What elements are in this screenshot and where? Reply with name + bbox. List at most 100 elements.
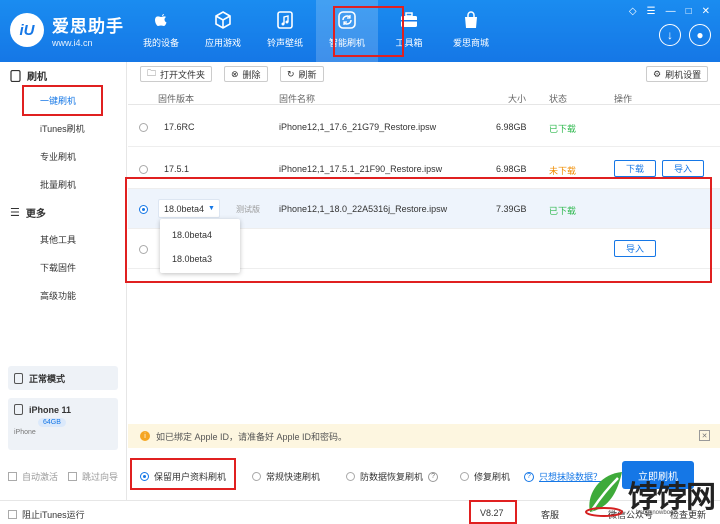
device-mode-card: 正常模式 — [8, 366, 118, 390]
row-size: 6.98GB — [496, 122, 527, 132]
logo-mark: iU — [10, 13, 44, 47]
phone-icon — [14, 404, 23, 415]
nav-label: 铃声壁纸 — [266, 38, 303, 48]
dropdown-option[interactable]: 18.0beta3 — [172, 254, 212, 264]
sidebar-item-itunes-flash[interactable]: iTunes刷机 — [40, 122, 85, 135]
app-title: 爱思助手 — [52, 17, 124, 36]
anti-recovery-option[interactable]: 防数据恢复刷机 ? — [346, 470, 439, 483]
main-nav: 我的设备 应用游戏 铃声壁纸 智能刷机 工具箱 爱思商城 — [130, 0, 502, 62]
quick-flash-option[interactable]: 常规快速刷机 — [252, 470, 320, 483]
music-icon — [277, 11, 293, 29]
phone-icon — [10, 69, 21, 82]
apple-icon — [155, 14, 167, 26]
flash-settings-button[interactable]: ⚙ 刷机设置 — [646, 66, 709, 82]
dropdown-option[interactable]: 18.0beta4 — [172, 230, 212, 240]
delete-button[interactable]: ⊗ 删除 — [224, 66, 268, 82]
menu-icon[interactable]: ☰ — [647, 6, 656, 17]
flash-now-button[interactable]: 立即刷机 — [622, 461, 694, 489]
list-icon: ☰ — [10, 207, 20, 219]
storage-badge: 64GB — [38, 418, 66, 427]
row-filename: iPhone12,1_17.6_21G79_Restore.ipsw — [279, 122, 437, 132]
row-size: 7.39GB — [496, 204, 527, 214]
download-manager-icon[interactable]: ↓ — [659, 24, 681, 46]
beta-tag: 测试版 — [236, 205, 260, 214]
sidebar-item-advanced[interactable]: 高级功能 — [40, 289, 76, 302]
row-radio[interactable] — [139, 165, 148, 174]
nav-label: 智能刷机 — [328, 38, 365, 48]
nav-my-device[interactable]: 我的设备 — [130, 0, 192, 62]
notice-text: 如已绑定 Apple ID，请准备好 Apple ID和密码。 — [156, 431, 348, 442]
top-bar: iU 爱思助手 www.i4.cn 我的设备 应用游戏 铃声壁纸 智能刷机 工具… — [0, 0, 720, 62]
refresh-icon: ↻ — [287, 68, 295, 79]
close-circle-icon: ⊗ — [231, 68, 239, 79]
close-icon[interactable]: ✕ — [702, 6, 710, 17]
row-status: 已下载 — [549, 206, 577, 216]
nav-smart-flash[interactable]: 智能刷机 — [316, 0, 378, 62]
help-icon: ? — [524, 471, 534, 482]
sidebar: 刷机 一键刷机 iTunes刷机 专业刷机 批量刷机 ☰ 更多 其他工具 下载固… — [0, 62, 127, 524]
phone-icon — [14, 372, 23, 384]
apple-id-notice: i 如已绑定 Apple ID，请准备好 Apple ID和密码。 ✕ — [128, 424, 720, 448]
erase-data-link[interactable]: ? 只想抹除数据？ — [524, 470, 602, 483]
bag-icon — [465, 11, 477, 28]
window-controls: ◇ ☰ — □ ✕ — [629, 6, 710, 17]
nav-ringtones[interactable]: 铃声壁纸 — [254, 0, 316, 62]
sidebar-item-one-click-flash[interactable]: 一键刷机 — [40, 94, 76, 107]
skin-icon[interactable]: ◇ — [629, 6, 637, 17]
refresh-icon — [338, 11, 356, 29]
table-row[interactable]: 17.5.1 iPhone12,1_17.5.1_21F90_Restore.i… — [128, 147, 720, 189]
app-logo: iU 爱思助手 www.i4.cn — [10, 12, 124, 48]
app-url: www.i4.cn — [52, 38, 93, 48]
import-button[interactable]: 导入 — [614, 240, 656, 257]
customer-service-link[interactable]: 客服 — [541, 508, 559, 521]
toolbox-icon — [401, 12, 417, 27]
sidebar-item-batch-flash[interactable]: 批量刷机 — [40, 178, 76, 191]
device-mode: 正常模式 — [29, 373, 66, 384]
device-card[interactable]: iPhone 11 64GB iPhone — [8, 398, 118, 450]
device-type: iPhone — [14, 429, 36, 436]
nav-label: 我的设备 — [142, 38, 179, 48]
maximize-icon[interactable]: □ — [686, 6, 692, 17]
nav-apps[interactable]: 应用游戏 — [192, 0, 254, 62]
row-radio[interactable] — [139, 245, 148, 254]
keep-data-option[interactable]: 保留用户资料刷机 — [140, 470, 226, 483]
block-itunes-checkbox[interactable]: 阻止iTunes运行 — [8, 508, 85, 521]
close-icon[interactable]: ✕ — [699, 430, 710, 441]
wechat-link[interactable]: 微信公众号 — [608, 508, 653, 521]
sidebar-item-download-firmware[interactable]: 下载固件 — [40, 261, 76, 274]
version-select[interactable]: 18.0beta4 ▼ — [158, 199, 220, 218]
user-icon[interactable]: ● — [689, 24, 711, 46]
minimize-icon[interactable]: — — [666, 6, 676, 17]
sidebar-item-other-tools[interactable]: 其他工具 — [40, 233, 76, 246]
caret-down-icon: ▼ — [208, 205, 215, 212]
row-radio[interactable] — [139, 205, 148, 214]
skip-guide-checkbox[interactable]: 跳过向导 — [68, 470, 118, 483]
import-button[interactable]: 导入 — [662, 160, 704, 177]
sidebar-flash-head: 刷机 — [10, 68, 47, 83]
auto-activate-checkbox[interactable]: 自动激活 — [8, 470, 58, 483]
row-radio[interactable] — [139, 123, 148, 132]
folder-icon: 🗀 — [147, 68, 157, 78]
open-folder-button[interactable]: 🗀 打开文件夹 — [140, 66, 213, 82]
row-filename: iPhone12,1_18.0_22A5316j_Restore.ipsw — [279, 204, 448, 214]
row-size: 6.98GB — [496, 164, 527, 174]
nav-label: 爱思商城 — [452, 38, 489, 48]
check-update-link[interactable]: 检查更新 — [670, 508, 706, 521]
nav-store[interactable]: 爱思商城 — [440, 0, 502, 62]
info-icon: i — [140, 431, 150, 441]
device-name: iPhone 11 — [29, 404, 72, 415]
table-row[interactable]: 17.6RC iPhone12,1_17.6_21G79_Restore.ips… — [128, 105, 720, 147]
nav-toolbox[interactable]: 工具箱 — [378, 0, 440, 62]
row-status: 已下载 — [549, 124, 577, 134]
option-radio[interactable] — [140, 472, 149, 481]
sidebar-more-head: ☰ 更多 — [10, 207, 46, 220]
flash-options: 保留用户资料刷机 常规快速刷机 防数据恢复刷机 ? 修复刷机 ? 只想抹除数据？… — [128, 455, 720, 495]
refresh-button[interactable]: ↻ 刷新 — [280, 66, 324, 82]
repair-flash-option[interactable]: 修复刷机 — [460, 470, 510, 483]
download-button[interactable]: 下载 — [614, 160, 656, 177]
row-version: 17.5.1 — [164, 164, 190, 174]
row-version: 17.6RC — [164, 122, 195, 132]
cube-icon — [215, 11, 231, 29]
sidebar-item-pro-flash[interactable]: 专业刷机 — [40, 150, 76, 163]
help-icon[interactable]: ? — [428, 471, 439, 482]
